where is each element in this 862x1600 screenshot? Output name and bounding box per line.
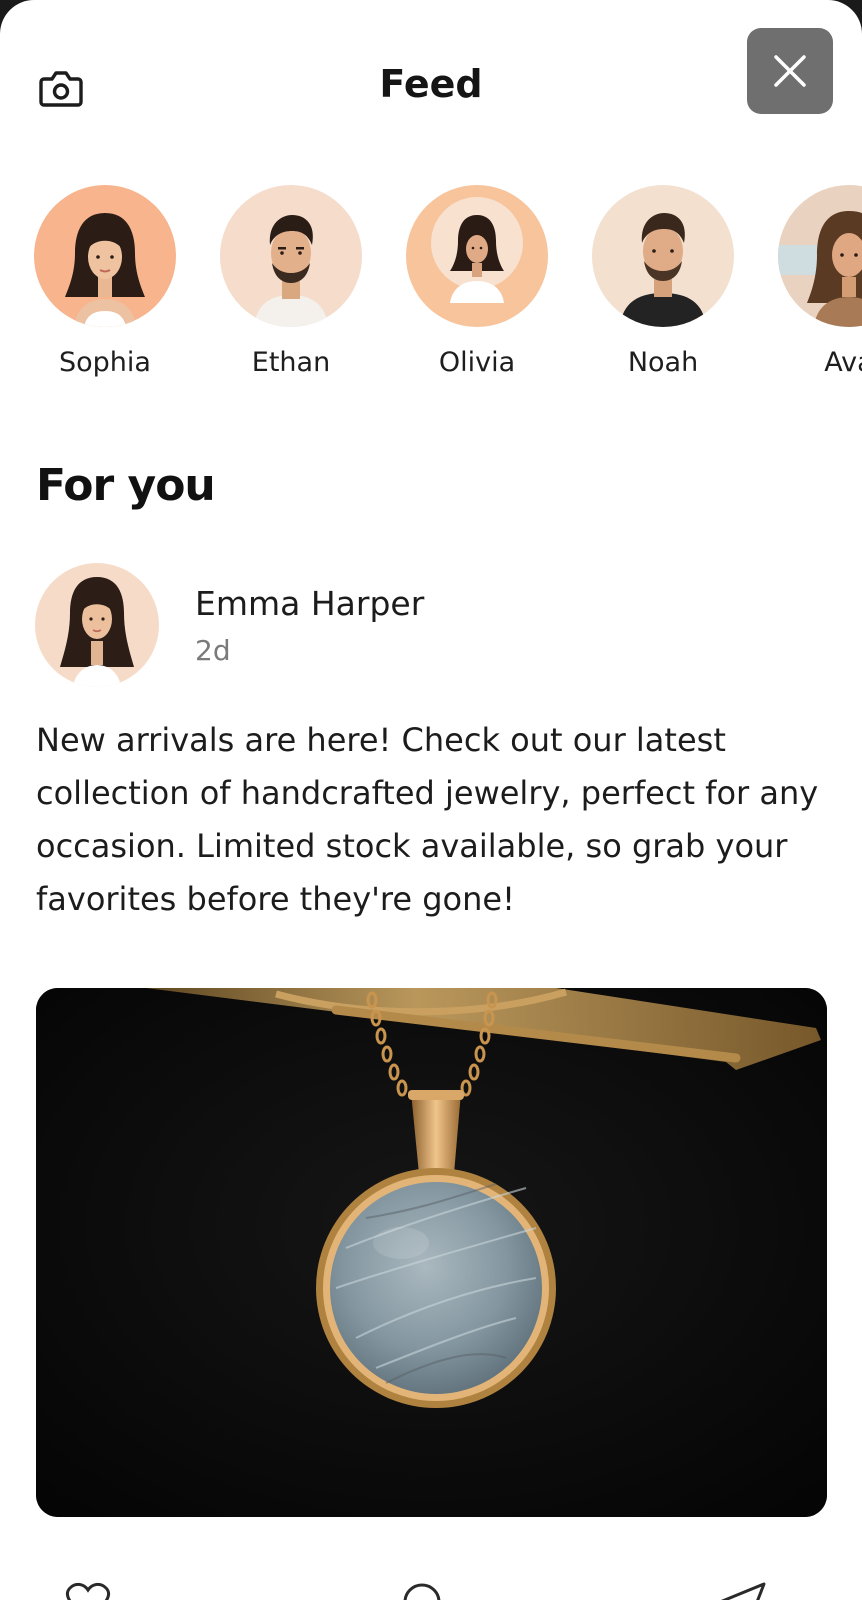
avatar [34,185,176,327]
story-item-olivia[interactable]: Olivia [384,185,570,378]
post-body: New arrivals are here! Check out our lat… [36,721,819,918]
pendant-necklace-image [36,988,827,1517]
feed-sheet: Feed Sophia Ethan Olivia Noah Av For you… [0,0,862,1600]
story-name: Sophia [59,347,151,378]
story-name: Ethan [251,347,331,378]
post-author-avatar[interactable] [35,563,159,687]
post-timestamp: 2d [195,634,231,667]
story-name: Ava [824,347,862,378]
avatar [592,185,734,327]
story-item-noah[interactable]: Noah [570,185,756,378]
close-icon [774,55,806,87]
post-image[interactable] [36,988,827,1517]
post-author-name[interactable]: Emma Harper [195,584,424,623]
story-name: Noah [627,347,699,378]
post-actions [0,1580,862,1600]
comment-button[interactable] [392,1580,452,1600]
avatar [220,185,362,327]
page-title: Feed [379,62,483,106]
story-name: Olivia [438,347,516,378]
story-item-ethan[interactable]: Ethan [198,185,384,378]
story-item-ava[interactable]: Ava [756,185,862,378]
page: Feed Sophia Ethan Olivia Noah Av For you… [0,0,862,1600]
story-item-sophia[interactable]: Sophia [12,185,198,378]
heart-icon [65,1582,111,1600]
send-icon [720,1582,766,1600]
stories-row: Sophia Ethan Olivia Noah Av [0,185,862,395]
close-button[interactable] [747,28,833,114]
avatar [778,185,862,327]
avatar [406,185,548,327]
share-button[interactable] [712,1580,772,1600]
comment-icon [403,1583,441,1600]
like-button[interactable] [58,1580,118,1600]
section-title: For you [36,460,216,511]
